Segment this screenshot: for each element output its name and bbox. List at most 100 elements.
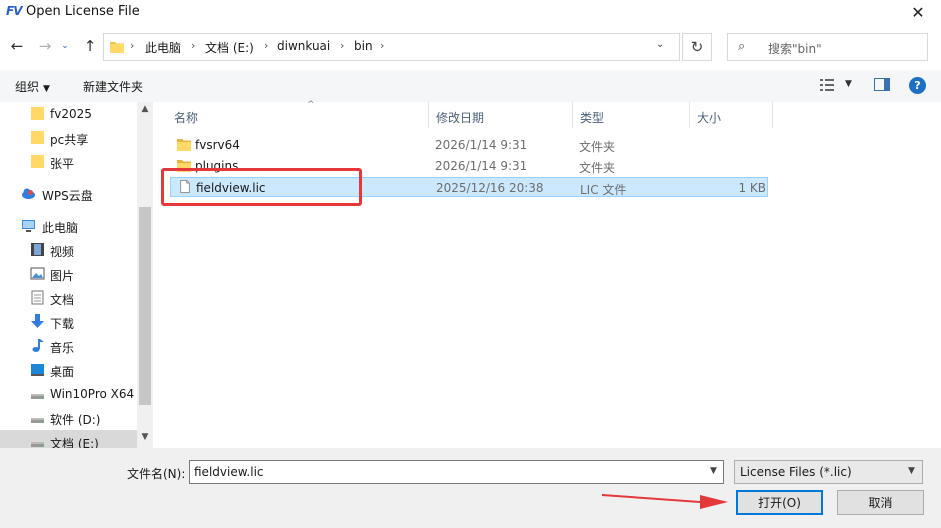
sidebar-item-label: WPS云盘 [42, 189, 93, 203]
back-button[interactable]: ← [7, 36, 27, 56]
search-placeholder: 搜索"bin" [768, 42, 822, 56]
table-row[interactable]: fvsrv64 2026/1/14 9:31 文件夹 [170, 135, 768, 155]
navigation-scrollbar[interactable]: ▲ ▼ [137, 102, 153, 448]
computer-icon [22, 220, 35, 232]
column-label: 大小 [697, 111, 722, 125]
chevron-down-icon[interactable]: ▼ [710, 466, 717, 476]
column-header-size[interactable]: 大小 [690, 102, 773, 128]
breadcrumb-diwnkuai[interactable]: diwnkuai [277, 39, 330, 53]
column-label: 名称 [174, 111, 199, 125]
picture-icon [30, 267, 45, 280]
navigation-pane: fv2025 pc共享 张平 WPS云盘 此电脑 视频 图片 文档 下载 音乐 … [0, 102, 153, 448]
file-size: 1 KB [738, 181, 766, 195]
sidebar-item-zhangping[interactable]: 张平 [0, 150, 137, 174]
recent-locations-button[interactable]: ⌄ [59, 36, 71, 56]
music-icon [32, 339, 44, 352]
up-button[interactable]: ↑ [80, 36, 100, 56]
breadcrumb-bin[interactable]: bin [354, 39, 373, 53]
sidebar-item-label: Win10Pro X64 [50, 387, 135, 401]
sidebar-item-documents[interactable]: 文档 [0, 286, 137, 310]
search-input[interactable]: ⌕ 搜索"bin" [727, 33, 928, 61]
arrow-left-icon: ← [10, 37, 24, 55]
file-name: plugins [195, 159, 239, 173]
search-icon: ⌕ [738, 39, 746, 54]
sidebar-item-label: 视频 [50, 245, 75, 259]
breadcrumb-this-pc[interactable]: 此电脑 [145, 39, 181, 56]
sidebar-item-drive-e[interactable]: 文档 (E:) [0, 430, 137, 448]
caret-down-icon[interactable]: ▼ [845, 79, 852, 89]
sidebar-item-wps-cloud[interactable]: WPS云盘 [0, 182, 137, 206]
sidebar-item-label: 下载 [50, 317, 75, 331]
file-type: 文件夹 [579, 161, 616, 175]
table-row-selected[interactable]: fieldview.lic 2025/12/16 20:38 LIC 文件 1 … [170, 177, 768, 197]
column-label: 修改日期 [436, 111, 485, 125]
breadcrumb-separator-icon: › [340, 39, 345, 52]
scroll-down-icon[interactable]: ▼ [137, 432, 153, 446]
scroll-up-icon[interactable]: ▲ [137, 104, 153, 118]
sidebar-item-label: 此电脑 [42, 221, 79, 235]
breadcrumb-separator-icon: › [380, 39, 385, 52]
help-icon[interactable]: ? [909, 77, 926, 94]
open-button[interactable]: 打开(O) [736, 490, 823, 515]
new-folder-button[interactable]: 新建文件夹 [83, 78, 143, 95]
sidebar-item-pc-share[interactable]: pc共享 [0, 126, 137, 150]
file-icon [180, 180, 190, 193]
organize-menu-button[interactable]: 组织 ▼ [15, 78, 50, 95]
sidebar-item-win10pro[interactable]: Win10Pro X64 [0, 382, 137, 406]
window-title: Open License File [26, 4, 140, 19]
sidebar-item-label: 音乐 [50, 341, 75, 355]
preview-pane-icon[interactable] [874, 78, 890, 91]
folder-icon [31, 107, 44, 120]
sidebar-item-pictures[interactable]: 图片 [0, 262, 137, 286]
filename-label: 文件名(N): [127, 467, 186, 481]
sidebar-item-label: 文档 (E:) [50, 437, 99, 448]
filename-value: fieldview.lic [194, 465, 264, 479]
sidebar-item-fv2025[interactable]: fv2025 [0, 102, 137, 126]
folder-icon [31, 155, 44, 168]
breadcrumb-separator-icon: › [130, 39, 135, 52]
sort-ascending-icon: ^ [307, 100, 315, 110]
scrollbar-thumb[interactable] [139, 207, 151, 405]
file-type-select[interactable]: License Files (*.lic) ▼ [734, 460, 923, 484]
file-list: ^ 名称 修改日期 类型 大小 fvsrv64 2026/1/14 9:31 文… [153, 100, 941, 448]
breadcrumb-drive-e[interactable]: 文档 (E:) [205, 39, 254, 56]
column-header-name[interactable]: ^ 名称 [167, 100, 429, 128]
sidebar-item-drive-d[interactable]: 软件 (D:) [0, 406, 137, 430]
dialog-footer: 文件名(N): fieldview.lic ▼ License Files (*… [0, 448, 941, 528]
download-icon [31, 314, 44, 328]
column-label: 类型 [580, 111, 605, 125]
column-header-type[interactable]: 类型 [573, 102, 690, 128]
sidebar-item-label: 图片 [50, 269, 75, 283]
refresh-button[interactable]: ↻ [682, 33, 712, 61]
sidebar-item-desktop[interactable]: 桌面 [0, 358, 137, 382]
close-button[interactable]: ✕ [895, 0, 941, 24]
table-row[interactable]: plugins 2026/1/14 9:31 文件夹 [170, 156, 768, 176]
address-bar[interactable]: › 此电脑 › 文档 (E:) › diwnkuai › bin › ⌄ [103, 33, 680, 61]
title-bar: FV Open License File ✕ [0, 0, 941, 24]
arrow-up-icon: ↑ [83, 37, 97, 55]
file-date: 2025/12/16 20:38 [436, 181, 544, 195]
sidebar-item-this-pc[interactable]: 此电脑 [0, 214, 137, 238]
chevron-down-icon[interactable]: ⌄ [656, 39, 664, 50]
forward-button[interactable]: → [35, 36, 55, 56]
column-header-date[interactable]: 修改日期 [429, 102, 573, 128]
file-type: 文件夹 [579, 140, 616, 154]
sidebar-item-label: 文档 [50, 293, 75, 307]
sidebar-item-downloads[interactable]: 下载 [0, 310, 137, 334]
breadcrumb-separator-icon: › [264, 39, 269, 52]
cancel-button[interactable]: 取消 [837, 490, 924, 515]
view-options-icon[interactable] [820, 79, 834, 91]
app-logo-icon: FV [6, 4, 23, 18]
sidebar-item-label: 软件 (D:) [50, 413, 101, 427]
cloud-icon [22, 188, 35, 199]
folder-icon [110, 42, 124, 53]
organize-label: 组织 [15, 80, 40, 94]
chevron-down-icon: ⌄ [61, 41, 69, 51]
folder-icon [31, 131, 44, 144]
command-toolbar: 组织 ▼ 新建文件夹 ▼ ? [0, 70, 941, 102]
sidebar-item-music[interactable]: 音乐 [0, 334, 137, 358]
filename-input[interactable]: fieldview.lic ▼ [189, 460, 724, 484]
folder-icon [177, 139, 191, 151]
sidebar-item-videos[interactable]: 视频 [0, 238, 137, 262]
file-type-value: License Files (*.lic) [740, 465, 852, 479]
